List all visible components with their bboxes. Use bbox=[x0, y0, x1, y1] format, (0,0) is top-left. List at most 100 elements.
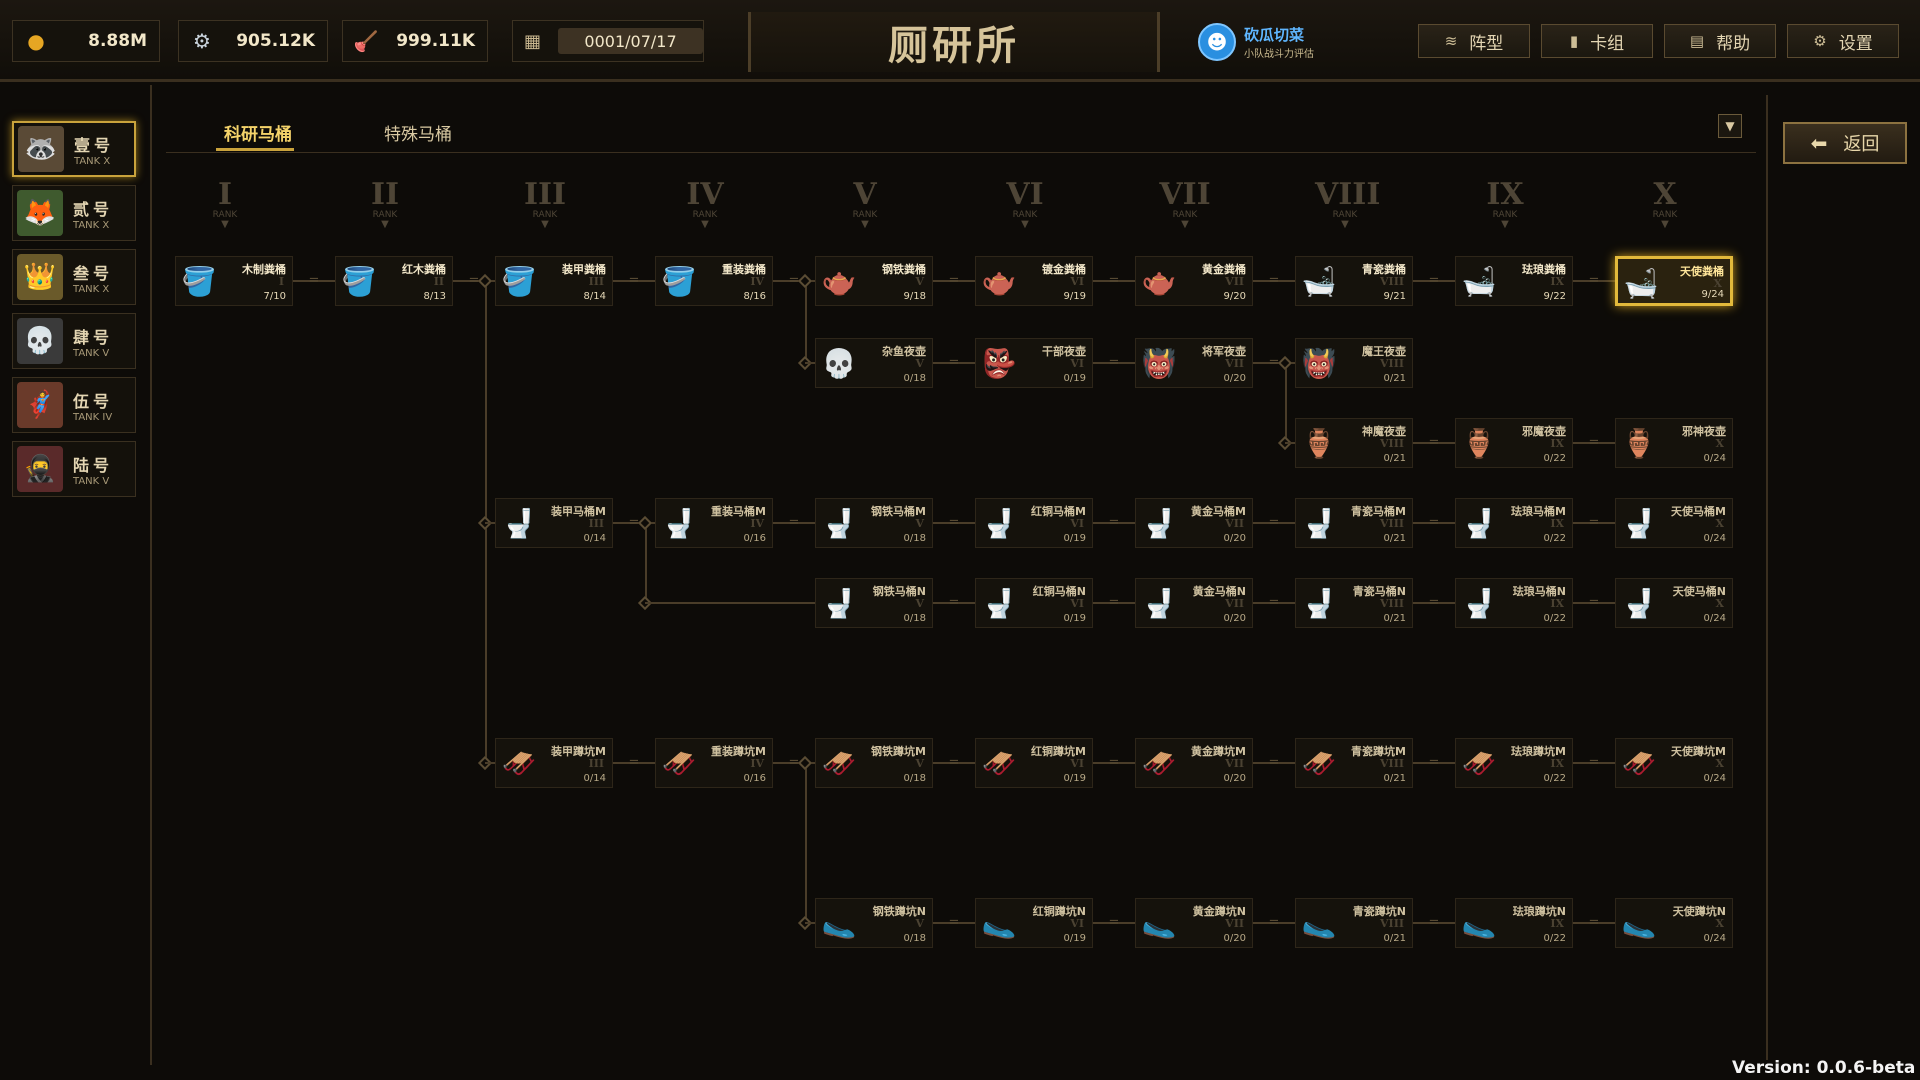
deck-button[interactable]: ▮ 卡组 bbox=[1541, 24, 1653, 58]
toilet-card[interactable]: 🚽 钢铁马桶M V 0/18 bbox=[815, 498, 933, 548]
tank-rank: TANK IV bbox=[73, 411, 113, 423]
toilet-level: 9/22 bbox=[1543, 291, 1566, 302]
toilet-icon: 🥿 bbox=[821, 906, 857, 940]
toilet-card[interactable]: 🚽 天使马桶M X 0/24 bbox=[1615, 498, 1733, 548]
toilet-card[interactable]: 🚽 红铜马桶N VI 0/19 bbox=[975, 578, 1093, 628]
chevron-down-icon: ▼ bbox=[541, 219, 549, 230]
toilet-card[interactable]: 🪣 木制粪桶 I 7/10 bbox=[175, 256, 293, 306]
settings-button[interactable]: ⚙ 设置 bbox=[1787, 24, 1899, 58]
tank-item-5[interactable]: 🦸 伍号 TANK IV bbox=[12, 377, 136, 433]
chevron-down-icon[interactable]: ▼ bbox=[1718, 114, 1742, 138]
tank-item-2[interactable]: 🦊 贰号 TANK X bbox=[12, 185, 136, 241]
toilet-card[interactable]: 🏺 邪魔夜壶 IX 0/22 bbox=[1455, 418, 1573, 468]
toilet-card[interactable]: 🚽 珐琅马桶N IX 0/22 bbox=[1455, 578, 1573, 628]
toilet-card[interactable]: 🛁 青瓷粪桶 VIII 9/21 bbox=[1295, 256, 1413, 306]
rank-numeral: VI bbox=[1006, 177, 1044, 212]
toilet-level: 0/19 bbox=[1063, 373, 1086, 384]
toilet-card[interactable]: 🚽 装甲马桶M III 0/14 bbox=[495, 498, 613, 548]
formation-button[interactable]: ≋ 阵型 bbox=[1418, 24, 1530, 58]
toilet-rank: IV bbox=[750, 517, 764, 530]
user-profile[interactable]: ☻ 砍瓜切菜 小队战斗力评估 bbox=[1198, 18, 1366, 66]
toilet-card[interactable]: 🥿 天使蹲坑N X 0/24 bbox=[1615, 898, 1733, 948]
settings-label: 设置 bbox=[1838, 33, 1873, 54]
toilet-card[interactable]: 🛷 珐琅蹲坑M IX 0/22 bbox=[1455, 738, 1573, 788]
toilet-level: 0/21 bbox=[1383, 453, 1406, 464]
toilet-card[interactable]: 🛷 装甲蹲坑M III 0/14 bbox=[495, 738, 613, 788]
chevron-down-icon: ▼ bbox=[221, 219, 229, 230]
link-arrow-icon: = bbox=[1268, 595, 1280, 610]
toilet-card[interactable]: 👺 干部夜壶 VI 0/19 bbox=[975, 338, 1093, 388]
tank-item-3[interactable]: 👑 叁号 TANK X bbox=[12, 249, 136, 305]
toilet-card[interactable]: 🛷 重装蹲坑M IV 0/16 bbox=[655, 738, 773, 788]
toilet-level: 8/13 bbox=[423, 291, 446, 302]
toilet-card[interactable]: 🥿 红铜蹲坑N VI 0/19 bbox=[975, 898, 1093, 948]
toilet-card[interactable]: 🪣 红木粪桶 II 8/13 bbox=[335, 256, 453, 306]
toilet-card[interactable]: 🥿 青瓷蹲坑N VIII 0/21 bbox=[1295, 898, 1413, 948]
help-button[interactable]: ▤ 帮助 bbox=[1664, 24, 1776, 58]
tank-portrait-icon: 🦝 bbox=[18, 126, 64, 172]
toilet-card[interactable]: 🛷 青瓷蹲坑M VIII 0/21 bbox=[1295, 738, 1413, 788]
help-book-icon: ▤ bbox=[1689, 32, 1705, 50]
toilet-card[interactable]: 🚽 钢铁马桶N V 0/18 bbox=[815, 578, 933, 628]
toilet-card[interactable]: 💀 杂鱼夜壶 V 0/18 bbox=[815, 338, 933, 388]
tank-rank: TANK V bbox=[73, 347, 110, 359]
tab-special-toilet[interactable]: 特殊马桶 bbox=[384, 120, 452, 145]
deck-label: 卡组 bbox=[1590, 33, 1625, 54]
arrow-left-icon: ⬅ bbox=[1810, 131, 1828, 155]
rank-numeral: I bbox=[217, 177, 233, 212]
date-value: 0001/07/17 bbox=[558, 28, 703, 54]
screw-resource: ⚙ 905.12K bbox=[178, 20, 328, 62]
toilet-card[interactable]: 👹 将军夜壶 VII 0/20 bbox=[1135, 338, 1253, 388]
toilet-level: 0/18 bbox=[903, 373, 926, 384]
link-arrow-icon: = bbox=[1268, 515, 1280, 530]
toilet-card[interactable]: 🛷 红铜蹲坑M VI 0/19 bbox=[975, 738, 1093, 788]
toilet-card[interactable]: 🚽 黄金马桶M VII 0/20 bbox=[1135, 498, 1253, 548]
toilet-card[interactable]: 🚽 青瓷马桶M VIII 0/21 bbox=[1295, 498, 1413, 548]
connector-line bbox=[1285, 363, 1287, 443]
toilet-card[interactable]: 🚽 青瓷马桶N VIII 0/21 bbox=[1295, 578, 1413, 628]
toilet-icon: 🏺 bbox=[1621, 426, 1657, 460]
toilet-card[interactable]: 🫖 镀金粪桶 VI 9/19 bbox=[975, 256, 1093, 306]
toilet-card[interactable]: 🫖 钢铁粪桶 V 9/18 bbox=[815, 256, 933, 306]
toilet-card[interactable]: 🛷 天使蹲坑M X 0/24 bbox=[1615, 738, 1733, 788]
toilet-card[interactable]: 🛷 黄金蹲坑M VII 0/20 bbox=[1135, 738, 1253, 788]
toilet-icon: 🚽 bbox=[1301, 586, 1337, 620]
toilet-card[interactable]: 🚽 黄金马桶N VII 0/20 bbox=[1135, 578, 1253, 628]
toilet-card[interactable]: 🥿 钢铁蹲坑N V 0/18 bbox=[815, 898, 933, 948]
toilet-card[interactable]: 🛁 珐琅粪桶 IX 9/22 bbox=[1455, 256, 1573, 306]
toilet-rank: X bbox=[1715, 757, 1724, 770]
toilet-card[interactable]: 🚽 珐琅马桶M IX 0/22 bbox=[1455, 498, 1573, 548]
toilet-card[interactable]: 🏺 邪神夜壶 X 0/24 bbox=[1615, 418, 1733, 468]
back-button[interactable]: ⬅ 返回 bbox=[1783, 122, 1907, 164]
toilet-rank: II bbox=[433, 275, 444, 288]
toilet-level: 0/21 bbox=[1383, 773, 1406, 784]
toilet-rank: X bbox=[1715, 597, 1724, 610]
toilet-card[interactable]: 🫖 黄金粪桶 VII 9/20 bbox=[1135, 256, 1253, 306]
toilet-level: 7/10 bbox=[263, 291, 286, 302]
toilet-card[interactable]: 🚽 重装马桶M IV 0/16 bbox=[655, 498, 773, 548]
toilet-icon: 🚽 bbox=[1141, 506, 1177, 540]
toilet-rank: VIII bbox=[1380, 917, 1404, 930]
toilet-card[interactable]: 🚽 天使马桶N X 0/24 bbox=[1615, 578, 1733, 628]
toilet-card[interactable]: 🛁 天使粪桶 X 9/24 bbox=[1615, 256, 1733, 306]
toilet-card[interactable]: 🥿 黄金蹲坑N VII 0/20 bbox=[1135, 898, 1253, 948]
toilet-card[interactable]: 🏺 神魔夜壶 VIII 0/21 bbox=[1295, 418, 1413, 468]
toilet-level: 0/20 bbox=[1223, 933, 1246, 944]
tab-research-toilet[interactable]: 科研马桶 bbox=[224, 120, 292, 145]
toilet-card[interactable]: 🪣 装甲粪桶 III 8/14 bbox=[495, 256, 613, 306]
toilet-card[interactable]: 🚽 红铜马桶M VI 0/19 bbox=[975, 498, 1093, 548]
tank-item-4[interactable]: 💀 肆号 TANK V bbox=[12, 313, 136, 369]
toilet-card[interactable]: 👹 魔王夜壶 VIII 0/21 bbox=[1295, 338, 1413, 388]
toilet-icon: 🪣 bbox=[661, 264, 697, 298]
toilet-rank: IX bbox=[1550, 275, 1564, 288]
right-divider bbox=[1766, 95, 1768, 1060]
toilet-card[interactable]: 🥿 珐琅蹲坑N IX 0/22 bbox=[1455, 898, 1573, 948]
tank-sidebar: 🦝 壹号 TANK X 🦊 贰号 TANK X 👑 叁号 TANK X 💀 肆号 TA… bbox=[0, 85, 152, 1065]
tank-item-6[interactable]: 🥷 陆号 TANK V bbox=[12, 441, 136, 497]
toilet-rank: VIII bbox=[1380, 357, 1404, 370]
connector-line bbox=[645, 523, 647, 603]
toilet-card[interactable]: 🪣 重装粪桶 IV 8/16 bbox=[655, 256, 773, 306]
tank-item-1[interactable]: 🦝 壹号 TANK X bbox=[12, 121, 136, 177]
toilet-card[interactable]: 🛷 钢铁蹲坑M V 0/18 bbox=[815, 738, 933, 788]
link-arrow-icon: = bbox=[1428, 273, 1440, 288]
